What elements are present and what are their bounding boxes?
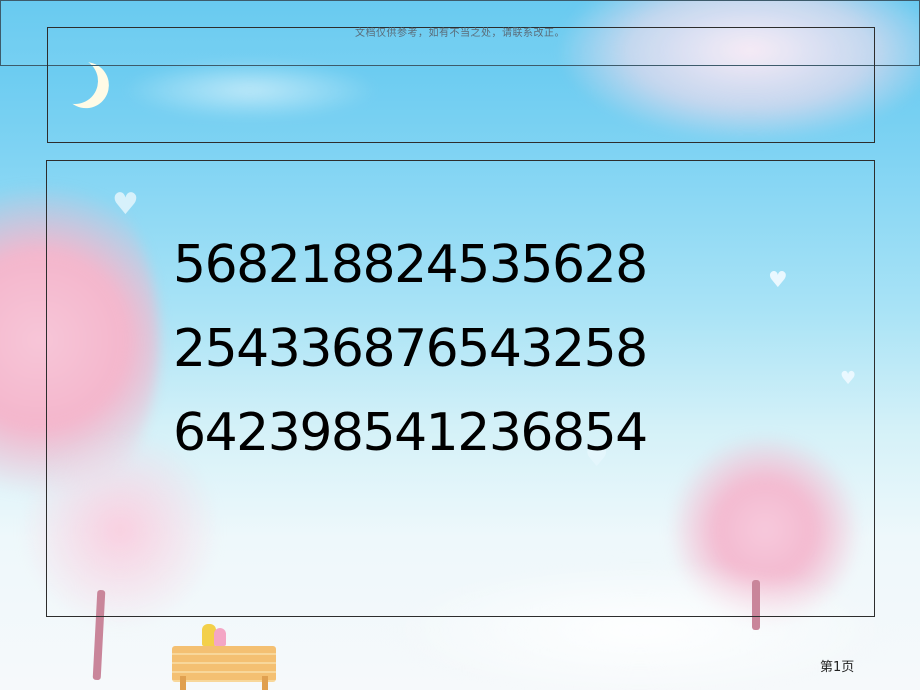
bench-decoration <box>172 646 276 682</box>
page-number: 第1页 <box>820 660 855 675</box>
person-figure-decoration <box>214 628 226 646</box>
title-placeholder-frame <box>47 27 875 143</box>
number-line-2: 254336876543258 <box>173 319 648 379</box>
header-note: 文档仅供参考，如有不当之处，请联系改正。 <box>355 28 565 39</box>
number-lines: 568218824535628 254336876543258 64239854… <box>173 223 648 475</box>
number-line-3: 642398541236854 <box>173 403 648 463</box>
bench-leg-decoration <box>180 676 186 690</box>
number-line-1: 568218824535628 <box>173 235 648 295</box>
bench-leg-decoration <box>262 676 268 690</box>
